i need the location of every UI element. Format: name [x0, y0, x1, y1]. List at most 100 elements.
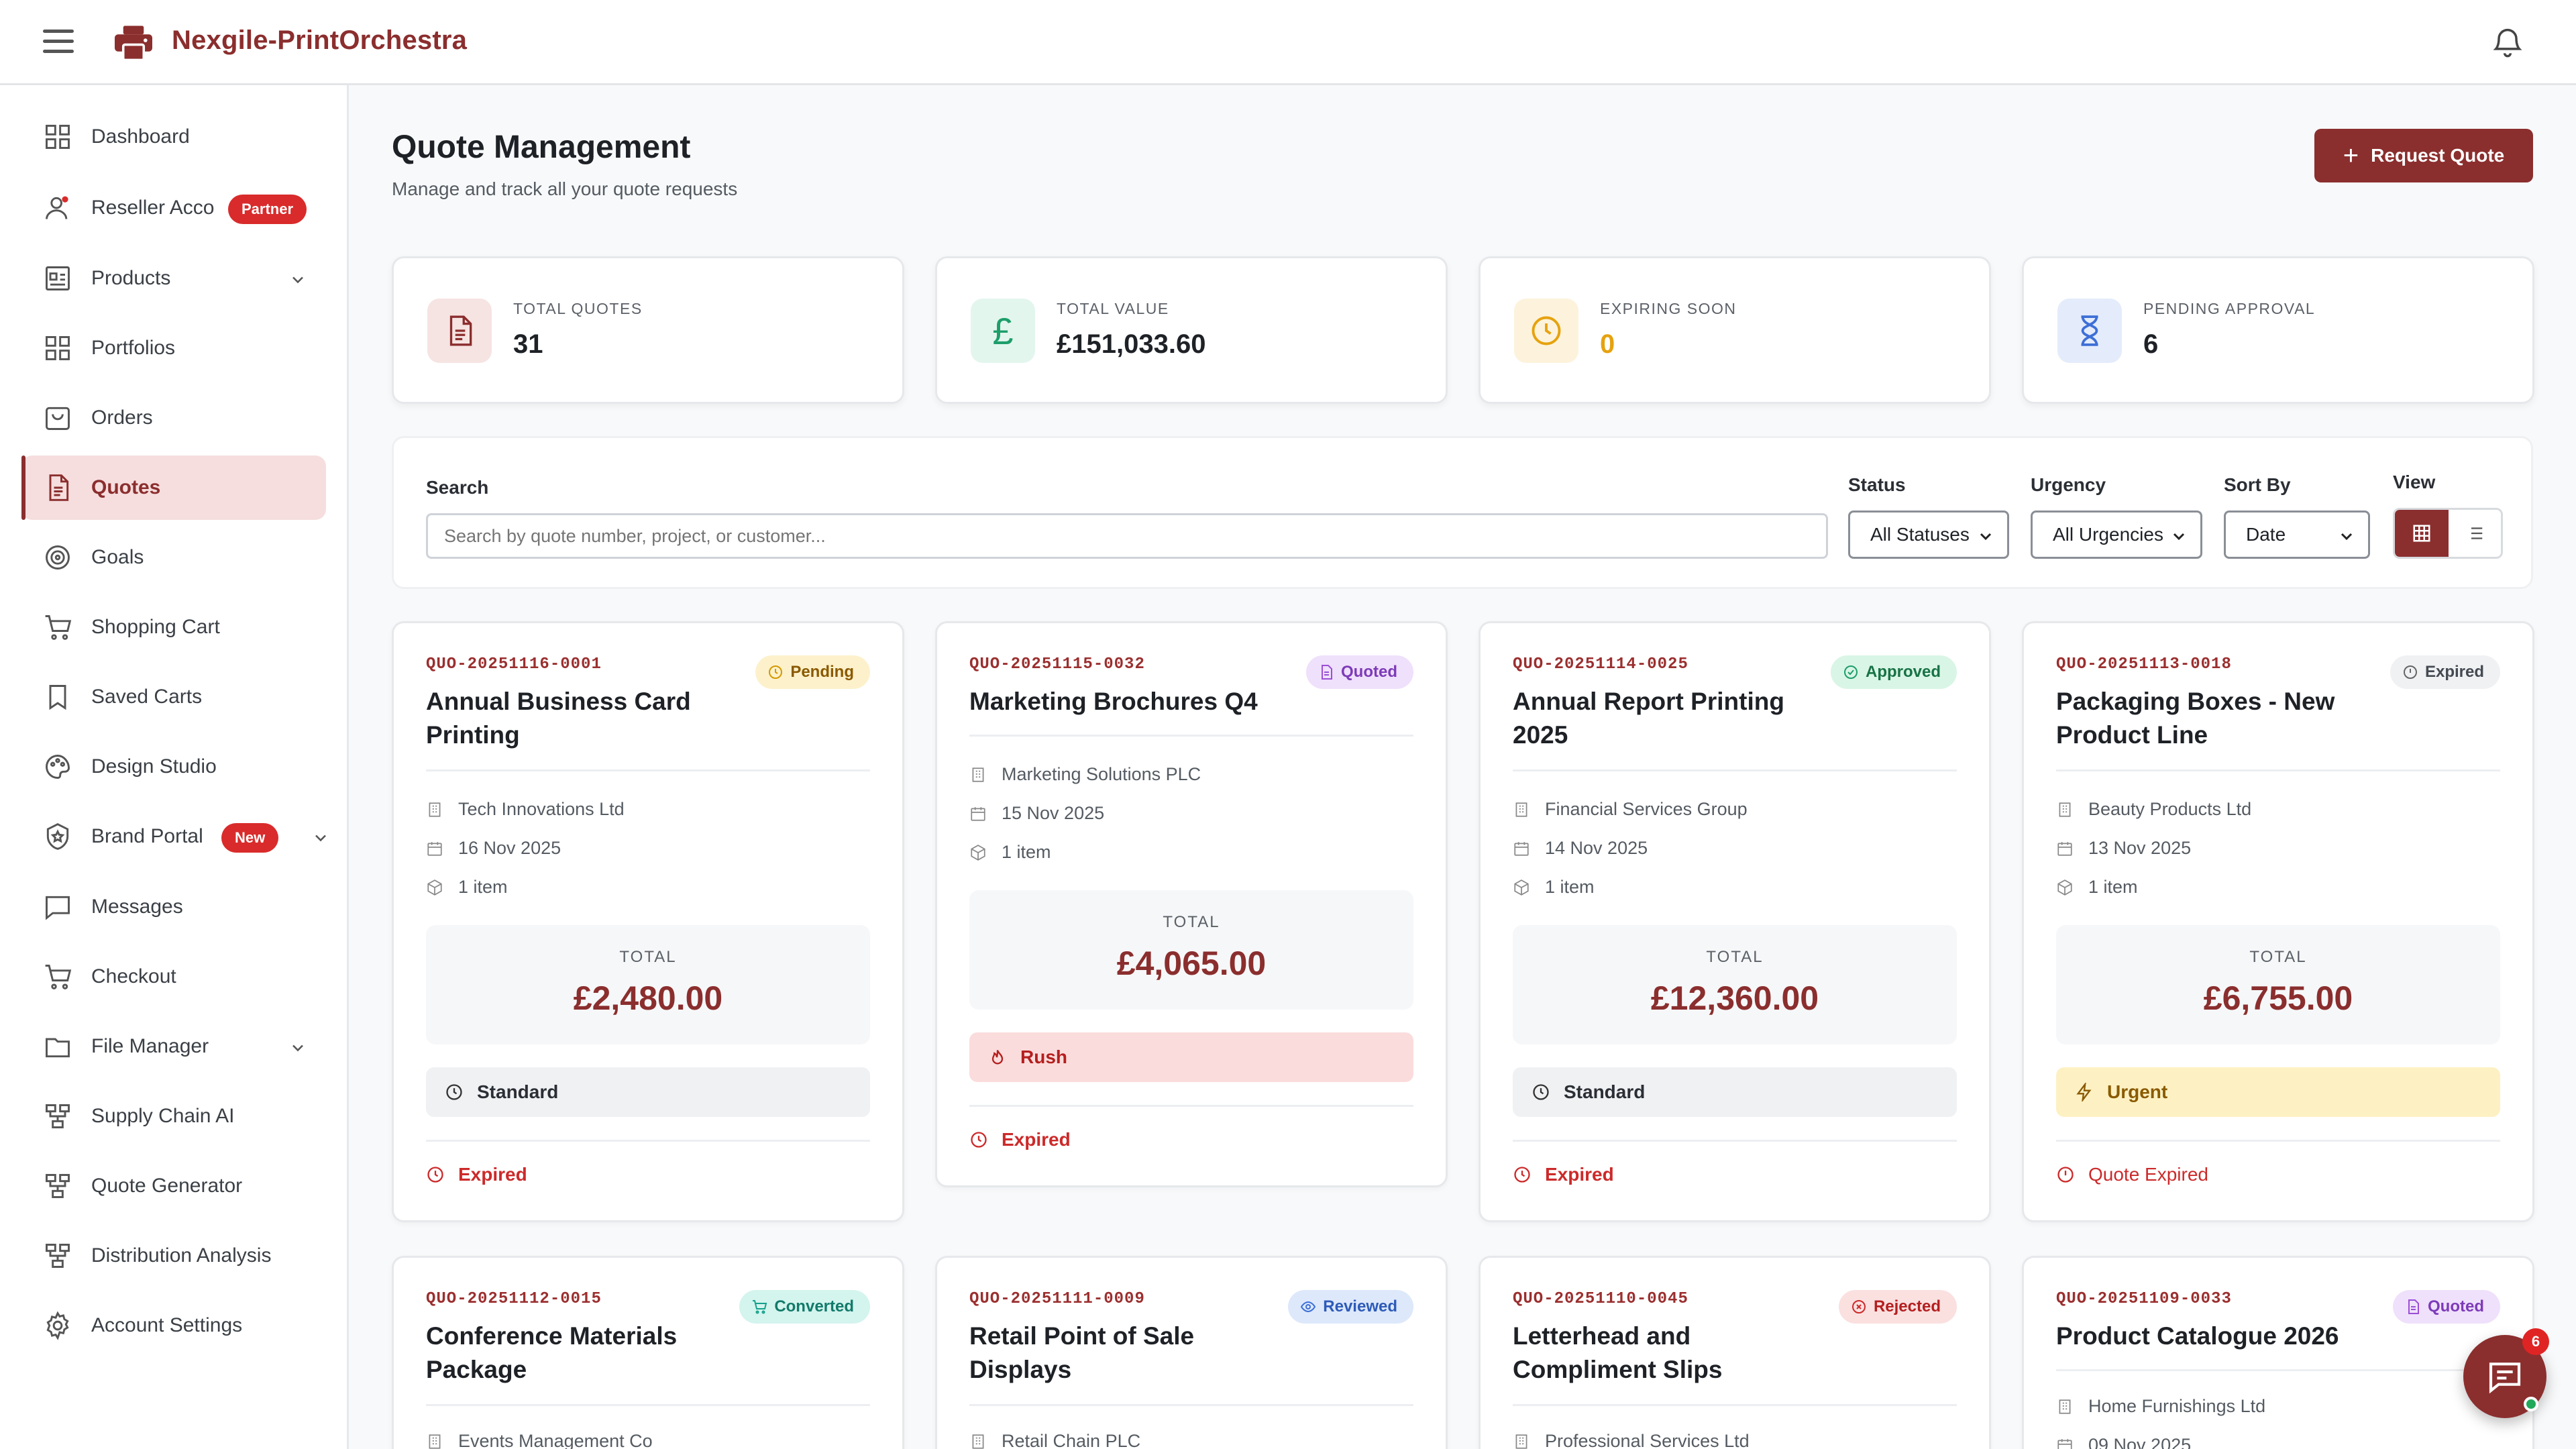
- divider: [1513, 1404, 1957, 1406]
- divider: [426, 1140, 870, 1142]
- sidebar-item-portfolios[interactable]: Portfolios: [21, 316, 326, 380]
- list-view-button[interactable]: [2449, 510, 2501, 557]
- sidebar: Dashboard Reseller Acco Partner Products…: [0, 85, 349, 1449]
- status-select[interactable]: All Statuses: [1848, 511, 2009, 559]
- expiry-status: Expired: [969, 1129, 1071, 1150]
- sidebar-item-quote-generator[interactable]: Quote Generator: [21, 1154, 326, 1218]
- clock-icon: [769, 665, 783, 679]
- sidebar-item-label: Account Settings: [91, 1314, 243, 1336]
- chat-icon: [2489, 1362, 2521, 1394]
- message-icon: [46, 896, 70, 920]
- status-badge: Quoted: [2393, 1290, 2500, 1324]
- urgency-text: Standard: [1564, 1081, 1646, 1102]
- quote-card[interactable]: QUO-20251110-0045 Letterhead and Complim…: [1479, 1256, 1991, 1449]
- sidebar-item-brand-portal[interactable]: Brand Portal New: [21, 804, 326, 869]
- item-count: 1 item: [2088, 877, 2138, 897]
- sidebar-item-products[interactable]: Products: [21, 246, 326, 311]
- sidebar-item-label: Brand Portal: [91, 825, 203, 847]
- status-text: Rejected: [1873, 1297, 1941, 1316]
- quote-card[interactable]: QUO-20251111-0009 Retail Point of Sale D…: [935, 1256, 1448, 1449]
- status-text: Quoted: [2428, 1297, 2484, 1316]
- sidebar-item-label: Quotes: [91, 476, 161, 498]
- shopping-bag-icon: [46, 407, 70, 430]
- expiry-status: Expired: [426, 1164, 527, 1185]
- status-select-value: All Statuses: [1870, 524, 1970, 545]
- sidebar-item-file-manager[interactable]: File Manager: [21, 1014, 326, 1079]
- item-count: 1 item: [1002, 842, 1051, 862]
- quote-number: QUO-20251113-0018: [2056, 655, 2232, 674]
- search-input[interactable]: [426, 513, 1828, 559]
- sidebar-item-dashboard[interactable]: Dashboard: [21, 105, 326, 169]
- sidebar-item-label: Design Studio: [91, 755, 217, 777]
- sidebar-item-messages[interactable]: Messages: [21, 875, 326, 939]
- status-text: Approved: [1865, 663, 1941, 681]
- sidebar-item-label: Products: [91, 267, 171, 289]
- status-text: Converted: [774, 1297, 854, 1316]
- expiry-status: Expired: [1513, 1164, 1614, 1185]
- notification-bell-icon[interactable]: [2490, 23, 2525, 60]
- app-name: Nexgile-PrintOrchestra: [172, 25, 468, 55]
- divider: [969, 1404, 1413, 1406]
- status-badge: Rejected: [1838, 1290, 1957, 1324]
- chevron-down-icon: [2173, 533, 2185, 541]
- quote-card[interactable]: QUO-20251113-0018 Packaging Boxes - New …: [2022, 621, 2534, 1222]
- quote-date: 16 Nov 2025: [458, 838, 561, 858]
- sidebar-item-account-settings[interactable]: Account Settings: [21, 1293, 326, 1358]
- divider: [2056, 769, 2500, 771]
- sidebar-item-quotes[interactable]: Quotes: [21, 455, 326, 520]
- sidebar-item-orders[interactable]: Orders: [21, 386, 326, 450]
- sidebar-item-shopping-cart[interactable]: Shopping Cart: [21, 595, 326, 659]
- sort-select-value: Date: [2246, 524, 2286, 545]
- package-icon: [2057, 879, 2072, 896]
- quote-date: 09 Nov 2025: [2088, 1435, 2192, 1449]
- sidebar-item-label: Quote Generator: [91, 1175, 243, 1197]
- sidebar-item-design-studio[interactable]: Design Studio: [21, 735, 326, 799]
- sidebar-item-saved-carts[interactable]: Saved Carts: [21, 665, 326, 729]
- stat-value: 0: [1600, 329, 1615, 359]
- building-icon: [429, 1434, 441, 1449]
- sidebar-item-checkout[interactable]: Checkout: [21, 945, 326, 1009]
- menu-icon[interactable]: [43, 30, 74, 54]
- calendar-icon: [1514, 841, 1529, 856]
- quote-card[interactable]: QUO-20251109-0033 Product Catalogue 2026…: [2022, 1256, 2534, 1449]
- quote-card[interactable]: QUO-20251114-0025 Annual Report Printing…: [1479, 621, 1991, 1222]
- sort-select[interactable]: Date: [2224, 511, 2370, 559]
- date-row: 14 Nov 2025: [1513, 838, 1648, 859]
- online-indicator: [2524, 1397, 2538, 1411]
- quote-title: Retail Point of Sale Displays: [969, 1322, 1195, 1383]
- quote-title: Marketing Brochures Q4: [969, 688, 1258, 715]
- quote-title: Annual Business Card Printing: [426, 688, 691, 749]
- sidebar-item-distribution-analysis[interactable]: Distribution Analysis: [21, 1224, 326, 1288]
- status-badge: Quoted: [1306, 655, 1413, 689]
- items-row: 1 item: [426, 877, 508, 898]
- quote-card[interactable]: QUO-20251116-0001 Annual Business Card P…: [392, 621, 904, 1222]
- customer-row: Events Management Co: [426, 1431, 653, 1449]
- urgency-text: Standard: [477, 1081, 559, 1102]
- request-quote-button[interactable]: + Request Quote: [2314, 129, 2533, 182]
- page-title: Quote Management: [392, 129, 691, 165]
- sidebar-item-supply-chain-ai[interactable]: Supply Chain AI: [21, 1084, 326, 1148]
- grid-view-button[interactable]: [2395, 510, 2449, 557]
- total-label: TOTAL: [619, 948, 677, 966]
- sidebar-item-goals[interactable]: Goals: [21, 525, 326, 590]
- expiry-text: Expired: [1002, 1129, 1071, 1150]
- grid-icon: [46, 336, 70, 360]
- quote-card[interactable]: QUO-20251112-0015 Conference Materials P…: [392, 1256, 904, 1449]
- chevron-down-icon[interactable]: [311, 828, 330, 847]
- status-badge: Expired: [2390, 655, 2500, 689]
- chat-count-badge: 6: [2522, 1328, 2549, 1355]
- sidebar-item-reseller[interactable]: Reseller Acco Partner: [21, 176, 326, 240]
- palette-icon: [46, 755, 70, 779]
- sidebar-item-label: Messages: [91, 896, 183, 918]
- filters-panel: Search Status All Statuses Urgency All U…: [392, 436, 2533, 589]
- status-badge: Converted: [739, 1290, 870, 1324]
- total-label: TOTAL: [2249, 948, 2307, 966]
- quote-card[interactable]: QUO-20251115-0032 Marketing Brochures Q4…: [935, 621, 1448, 1187]
- chevron-down-icon[interactable]: [288, 270, 307, 289]
- urgency-select[interactable]: All Urgencies: [2031, 511, 2202, 559]
- app-root: Nexgile-PrintOrchestra Dashboard Reselle…: [0, 0, 2576, 1449]
- clock-icon: [1533, 1084, 1549, 1100]
- date-row: 15 Nov 2025: [969, 803, 1104, 824]
- view-label: View: [2393, 472, 2436, 492]
- chevron-down-icon[interactable]: [288, 1038, 307, 1057]
